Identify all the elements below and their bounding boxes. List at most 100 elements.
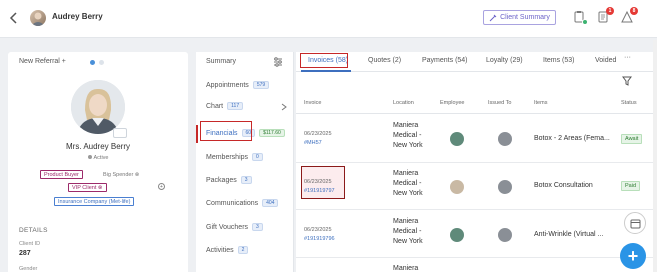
nav-amount-badge: $117.60 xyxy=(259,129,285,137)
col-location[interactable]: Location xyxy=(393,100,414,106)
employee-avatar[interactable] xyxy=(450,132,464,146)
status-badge: Paid xyxy=(621,181,641,191)
nav-label: Appointments xyxy=(206,81,249,89)
client-summary-button[interactable]: Client Summary xyxy=(483,10,556,25)
new-referral-button[interactable]: New Referral + xyxy=(19,58,66,65)
table-row[interactable]: Maniera xyxy=(296,258,657,272)
profile-photo[interactable] xyxy=(71,80,125,134)
nav-item-chart[interactable]: Chart 117 xyxy=(206,102,244,110)
more-tabs-button[interactable]: ··· xyxy=(624,54,631,61)
clipboard-icon[interactable] xyxy=(572,10,588,25)
location-cell: Maniera Medical - New York xyxy=(393,217,423,247)
table-row[interactable]: 06/23/2025 #MH57 Maniera Medical - New Y… xyxy=(296,114,657,163)
tag-product-buyer[interactable]: Product Buyer xyxy=(40,170,83,179)
location-cell: Maniera Medical - New York xyxy=(393,169,423,199)
tab-loyalty[interactable]: Loyalty (29) xyxy=(486,57,523,64)
nav-item-appointments[interactable]: Appointments 579 xyxy=(206,81,270,89)
nav-count-badge: 0 xyxy=(252,153,263,161)
employee-avatar[interactable] xyxy=(450,180,464,194)
alerts-badge: 8 xyxy=(630,7,638,15)
filter-icon[interactable] xyxy=(622,76,632,86)
employee-avatar[interactable] xyxy=(450,228,464,242)
col-invoice[interactable]: Invoice xyxy=(304,100,321,106)
profile-status-text: Active xyxy=(93,155,109,161)
patient-avatar xyxy=(30,10,46,26)
nav-item-activities[interactable]: Activities 2 xyxy=(206,246,249,254)
col-items[interactable]: Items xyxy=(534,100,547,106)
invoice-number-link[interactable]: #191919796 xyxy=(304,236,335,242)
tab-payments[interactable]: Payments (54) xyxy=(422,57,468,64)
profile-status: Active xyxy=(8,155,188,161)
carousel-dot[interactable] xyxy=(90,60,95,65)
calendar-button[interactable] xyxy=(624,212,646,234)
client-avatar[interactable] xyxy=(498,228,512,242)
back-arrow-icon[interactable] xyxy=(8,11,20,25)
tag-big-spender[interactable]: Big Spender ⊗ xyxy=(100,170,142,179)
id-card-icon[interactable] xyxy=(113,128,127,138)
tab-items[interactable]: Items (53) xyxy=(543,57,575,64)
carousel-dot[interactable] xyxy=(99,60,104,65)
table-row[interactable]: 06/23/2025 #191919797 Maniera Medical - … xyxy=(296,163,657,210)
chevron-right-icon[interactable] xyxy=(281,103,287,111)
forms-icon[interactable]: 1 xyxy=(596,7,614,24)
tab-voided[interactable]: Voided xyxy=(595,57,616,64)
nav-count-badge: 579 xyxy=(252,81,270,89)
forms-badge: 1 xyxy=(606,7,614,15)
nav-label: Memberships xyxy=(206,153,249,161)
sparkle-icon xyxy=(489,14,497,21)
client-id-label: Client ID xyxy=(19,241,41,247)
financials-panel: Invoices (58) Quotes (2) Payments (54) L… xyxy=(296,52,657,272)
items-cell: Botox Consultation xyxy=(534,182,593,189)
client-summary-label: Client Summary xyxy=(500,14,550,21)
carousel-dots xyxy=(90,60,104,65)
invoice-date: 06/23/2025 xyxy=(304,227,332,233)
nav-label: Summary xyxy=(206,58,236,65)
tag-vip-client[interactable]: VIP Client ⊗ xyxy=(68,183,107,192)
invoice-number-link[interactable]: #MH57 xyxy=(304,140,322,146)
tag-insurance[interactable]: Insurance Company (Met-life) xyxy=(54,197,135,206)
bell-icon[interactable]: 8 xyxy=(620,7,638,24)
location-line: New York xyxy=(393,142,423,149)
nav-count-badge: 3 xyxy=(252,223,263,231)
location-line: Medical - xyxy=(393,180,422,187)
nav-item-summary[interactable]: Summary xyxy=(206,58,236,65)
nav-count-badge: 2 xyxy=(237,246,249,254)
nav-label: Chart xyxy=(206,102,224,110)
nav-item-memberships[interactable]: Memberships 0 xyxy=(206,153,263,161)
location-line: Maniera xyxy=(393,265,419,272)
active-tab-underline xyxy=(301,70,351,72)
invoice-date: 06/23/2025 xyxy=(304,131,332,137)
client-avatar[interactable] xyxy=(498,180,512,194)
profile-card: New Referral + Mrs. Audrey Berry Active … xyxy=(8,52,188,272)
profile-name: Mrs. Audrey Berry xyxy=(65,142,130,151)
location-line: New York xyxy=(393,238,423,245)
calendar-icon xyxy=(630,219,640,228)
add-button[interactable]: + xyxy=(620,243,646,269)
nav-count-badge: 3 xyxy=(240,176,252,184)
add-tag-button[interactable]: + xyxy=(158,183,165,190)
location-line: Medical - xyxy=(393,132,422,139)
status-dot xyxy=(582,19,588,25)
status-badge: Await xyxy=(621,134,643,144)
invoice-number-link[interactable]: #191919797 xyxy=(304,188,335,194)
table-header: Invoice Location Employee Issued To Item… xyxy=(296,92,657,114)
nav-item-communications[interactable]: Communications 404 xyxy=(206,199,279,207)
nav-item-packages[interactable]: Packages 3 xyxy=(206,176,252,184)
col-status[interactable]: Status xyxy=(621,100,637,106)
section-nav: Summary Appointments 579 Chart 117 Finan… xyxy=(196,52,294,272)
nav-count-badge: 404 xyxy=(262,199,279,207)
client-avatar[interactable] xyxy=(498,132,512,146)
patient-name: Audrey Berry xyxy=(52,12,103,21)
tab-quotes[interactable]: Quotes (2) xyxy=(368,57,401,64)
table-row[interactable]: 06/23/2025 #191919796 Maniera Medical - … xyxy=(296,210,657,258)
financials-tabs: Invoices (58) Quotes (2) Payments (54) L… xyxy=(296,52,657,72)
settings-sliders-icon[interactable] xyxy=(273,57,283,67)
scrollbar[interactable] xyxy=(653,40,657,272)
nav-item-gift-vouchers[interactable]: Gift Vouchers 3 xyxy=(206,223,263,231)
nav-label: Packages xyxy=(206,176,237,184)
items-cell: Botox - 2 Areas (Fema... xyxy=(534,135,610,142)
nav-count-badge: 117 xyxy=(227,102,244,110)
col-employee[interactable]: Employee xyxy=(440,100,464,106)
col-issued-to[interactable]: Issued To xyxy=(488,100,511,106)
invoice-date: 06/23/2025 xyxy=(304,179,332,185)
